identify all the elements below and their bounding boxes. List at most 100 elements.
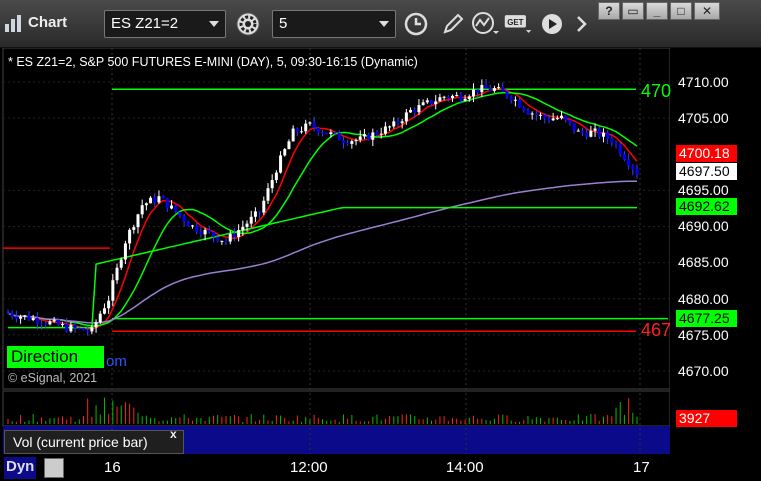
link-icon[interactable] — [44, 458, 64, 478]
candle-body — [555, 118, 559, 120]
volume-value-tag: 3927 — [676, 410, 737, 427]
candle-body — [182, 215, 186, 222]
candle-body — [509, 96, 513, 101]
candle-body — [492, 88, 496, 91]
candle-body — [467, 96, 471, 99]
get-data-button[interactable]: GET — [503, 10, 533, 38]
candle-body — [283, 149, 287, 156]
chevron-down-icon — [379, 21, 389, 27]
candle-body — [455, 95, 459, 97]
candle-body — [140, 205, 144, 215]
candle-body — [153, 197, 157, 203]
candle-body — [589, 130, 593, 137]
chevron-down-icon — [209, 21, 219, 27]
play-button[interactable] — [537, 10, 567, 38]
candle-body — [136, 214, 140, 228]
gear-icon — [236, 12, 260, 36]
candle-body — [199, 231, 203, 235]
candle-body — [480, 84, 484, 93]
chart-info: * ES Z21=2, S&P 500 FUTURES E-MINI (DAY)… — [8, 55, 418, 69]
candle-body — [119, 259, 123, 268]
candle-body — [459, 95, 463, 101]
candle-body — [350, 141, 354, 144]
candle-body — [497, 87, 501, 89]
volume-pane — [2, 390, 671, 427]
close-icon[interactable]: x — [170, 427, 177, 441]
candle-body — [291, 128, 295, 142]
candle-body — [547, 118, 551, 121]
candle-body — [404, 112, 408, 122]
time-template-button[interactable] — [401, 10, 431, 38]
candle-body — [312, 122, 316, 128]
pencil-icon — [443, 13, 464, 34]
candle-body — [107, 300, 111, 309]
candle-body — [102, 308, 106, 314]
minimize-button[interactable]: _ — [646, 2, 668, 20]
candle-body — [266, 188, 270, 201]
dynamic-label[interactable]: Dyn — [4, 457, 37, 479]
candle-body — [31, 318, 35, 321]
candle-body — [434, 101, 438, 105]
last-price-tag: 4697.50 — [676, 163, 737, 180]
candle-body — [421, 102, 425, 106]
candle-body — [195, 225, 199, 232]
overlay-text: om — [106, 353, 127, 370]
help-button[interactable]: ? — [598, 2, 620, 20]
price-pane — [2, 48, 671, 390]
candle-body — [476, 89, 480, 93]
price-chart[interactable] — [0, 48, 761, 481]
candle-body — [501, 87, 505, 92]
candle-body — [262, 200, 266, 213]
candle-body — [157, 196, 161, 203]
candle-body — [274, 172, 278, 181]
maximize-button[interactable]: □ — [670, 2, 692, 20]
candle-body — [295, 128, 299, 132]
candle-body — [333, 132, 337, 134]
candle-body — [128, 229, 132, 244]
candle-body — [568, 119, 572, 124]
candle-body — [325, 132, 329, 135]
chart-app-icon — [5, 15, 21, 32]
help-icon: ? — [605, 4, 613, 18]
candle-body — [165, 198, 169, 209]
volume-study-label[interactable]: Vol (current price bar) — [4, 430, 184, 454]
close-button[interactable]: ✕ — [694, 2, 720, 20]
interval-select[interactable]: 5 — [272, 10, 396, 38]
app-title: Chart — [28, 14, 68, 31]
chevron-right-icon — [577, 16, 587, 32]
close-icon: ✕ — [701, 4, 713, 18]
candle-body — [35, 318, 39, 324]
candle-body — [245, 223, 249, 227]
symbol-select[interactable]: ES Z21=2 — [104, 10, 226, 38]
time-tick: 16 — [104, 459, 121, 476]
candle-body — [316, 127, 320, 133]
candle-body — [417, 105, 421, 113]
axis-price-tick: 4670.00 — [678, 363, 729, 379]
candle-body — [367, 134, 371, 140]
candle-body — [572, 123, 576, 131]
candle-body — [132, 227, 136, 230]
studies-button[interactable] — [471, 10, 501, 38]
settings-button[interactable] — [233, 10, 263, 38]
draw-button[interactable] — [438, 10, 468, 38]
candle-body — [52, 319, 56, 322]
more-button[interactable] — [567, 10, 597, 38]
candle-body — [425, 100, 429, 103]
play-icon — [542, 14, 562, 34]
candle-body — [530, 113, 534, 115]
candle-body — [232, 233, 236, 238]
copyright: © eSignal, 2021 — [8, 371, 98, 385]
red-ema-price-tag: 4700.18 — [676, 145, 737, 162]
candle-body — [207, 229, 211, 232]
candle-body — [123, 243, 127, 260]
candle-body — [253, 211, 257, 217]
candle-body — [560, 115, 564, 119]
candle-body — [430, 100, 434, 105]
candle-body — [400, 121, 404, 124]
symbol-value: ES Z21=2 — [111, 15, 179, 32]
restore-button[interactable]: ▭ — [622, 2, 644, 20]
candle-body — [601, 132, 605, 137]
candle-body — [237, 230, 241, 238]
candle-body — [484, 84, 488, 89]
candle-body — [358, 136, 362, 140]
